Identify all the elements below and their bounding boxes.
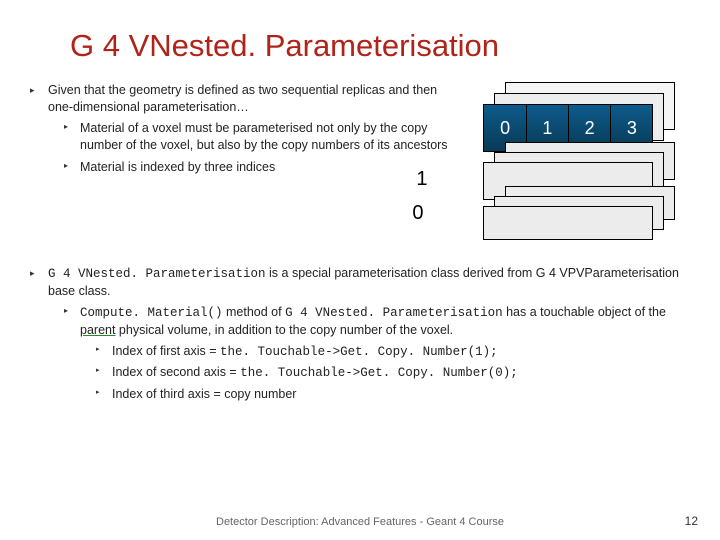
parent-word: parent [80,323,115,337]
bullet-compute-material: Compute. Material() method of G 4 VNeste… [64,304,690,403]
page-number: 12 [685,514,698,528]
bullet-geometry-text: Given that the geometry is defined as tw… [48,83,437,114]
idx1-label: Index of first axis = [112,344,220,358]
diagram-label-1: 1 [416,166,427,193]
voxel-diagram: 0 1 2 3 1 0 [463,82,690,257]
footer-text: Detector Description: Advanced Features … [0,516,720,528]
idx1-code: the. Touchable->Get. Copy. Number(1); [220,345,498,359]
idx2-label: Index of second axis = [112,365,240,379]
bullet-geometry: Given that the geometry is defined as tw… [30,82,453,175]
bullet-derived-class: G 4 VNested. Parameterisation is a speci… [30,265,690,403]
slide-body: Given that the geometry is defined as tw… [0,82,720,403]
method-compute-material: Compute. Material() [80,306,223,320]
cm-text2: has a touchable object of the [503,305,666,319]
bullet-material-indexed: Material is indexed by three indices [64,159,453,176]
cm-text1: method of [223,305,286,319]
idx2-code: the. Touchable->Get. Copy. Number(0); [240,366,518,380]
slide-title: G 4 VNested. Parameterisation [0,0,720,82]
classname-nested: G 4 VNested. Parameterisation [48,267,266,281]
diagram-row3-front [483,206,653,240]
bullet-index-third: Index of third axis = copy number [96,386,690,403]
bullet-material-ancestors: Material of a voxel must be parameterise… [64,120,453,154]
cm-text3: physical volume, in addition to the copy… [115,323,453,337]
classname-nested-2: G 4 VNested. Parameterisation [285,306,503,320]
bullet-index-first: Index of first axis = the. Touchable->Ge… [96,343,690,361]
diagram-label-0: 0 [412,200,423,227]
bullet-index-second: Index of second axis = the. Touchable->G… [96,364,690,382]
